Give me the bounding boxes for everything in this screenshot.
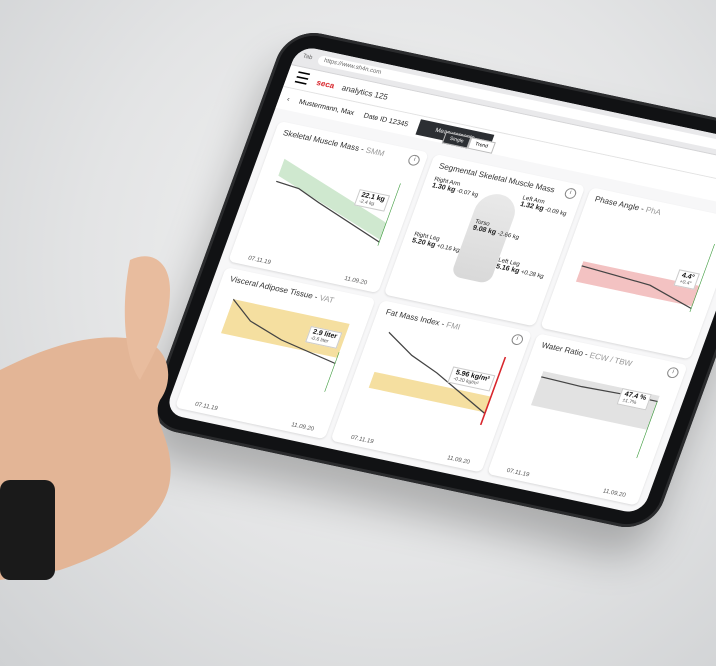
end-date: 11.09.20 [343,276,368,287]
seg-left-arm: Left Arm 1.32 kg -0.09 kg [519,195,568,218]
water-ratio-chart [530,371,660,459]
patient-id: Date ID 12345 [362,112,410,129]
end-date: 11.09.20 [290,422,315,433]
tablet-device: Tab https://www.sh4n.com ☰ seca analytic… [143,26,716,534]
tablet-screen: Tab https://www.sh4n.com ☰ seca analytic… [164,45,716,515]
pha-chart [575,243,716,313]
seg-right-leg: Right Leg 5.20 kg +0.16 kg [410,231,461,255]
start-date: 07.11.19 [247,255,272,267]
browser-tab[interactable]: Tab [302,53,314,61]
hand [0,256,171,580]
info-icon[interactable]: i [509,333,525,346]
back-icon[interactable]: ‹ [286,96,291,103]
patient-name: Mustermann, Max [298,98,356,117]
photo-scene: Tab https://www.sh4n.com ☰ seca analytic… [0,0,716,666]
brand-logo: seca [315,77,336,90]
end-date: 11.09.20 [601,488,627,499]
info-icon[interactable]: i [665,366,681,380]
end-date: 11.09.20 [446,455,471,466]
app-name: analytics 125 [340,82,390,102]
start-date: 07.11.19 [349,434,375,446]
info-icon[interactable]: i [562,187,578,200]
menu-icon[interactable]: ☰ [292,68,313,90]
start-date: 07.11.19 [505,467,531,479]
seg-left-leg: Left Leg 5.16 kg +0.28 kg [494,257,545,281]
info-icon[interactable]: i [407,153,422,167]
seg-right-arm: Right Arm 1.30 kg -0.07 kg [430,176,479,199]
